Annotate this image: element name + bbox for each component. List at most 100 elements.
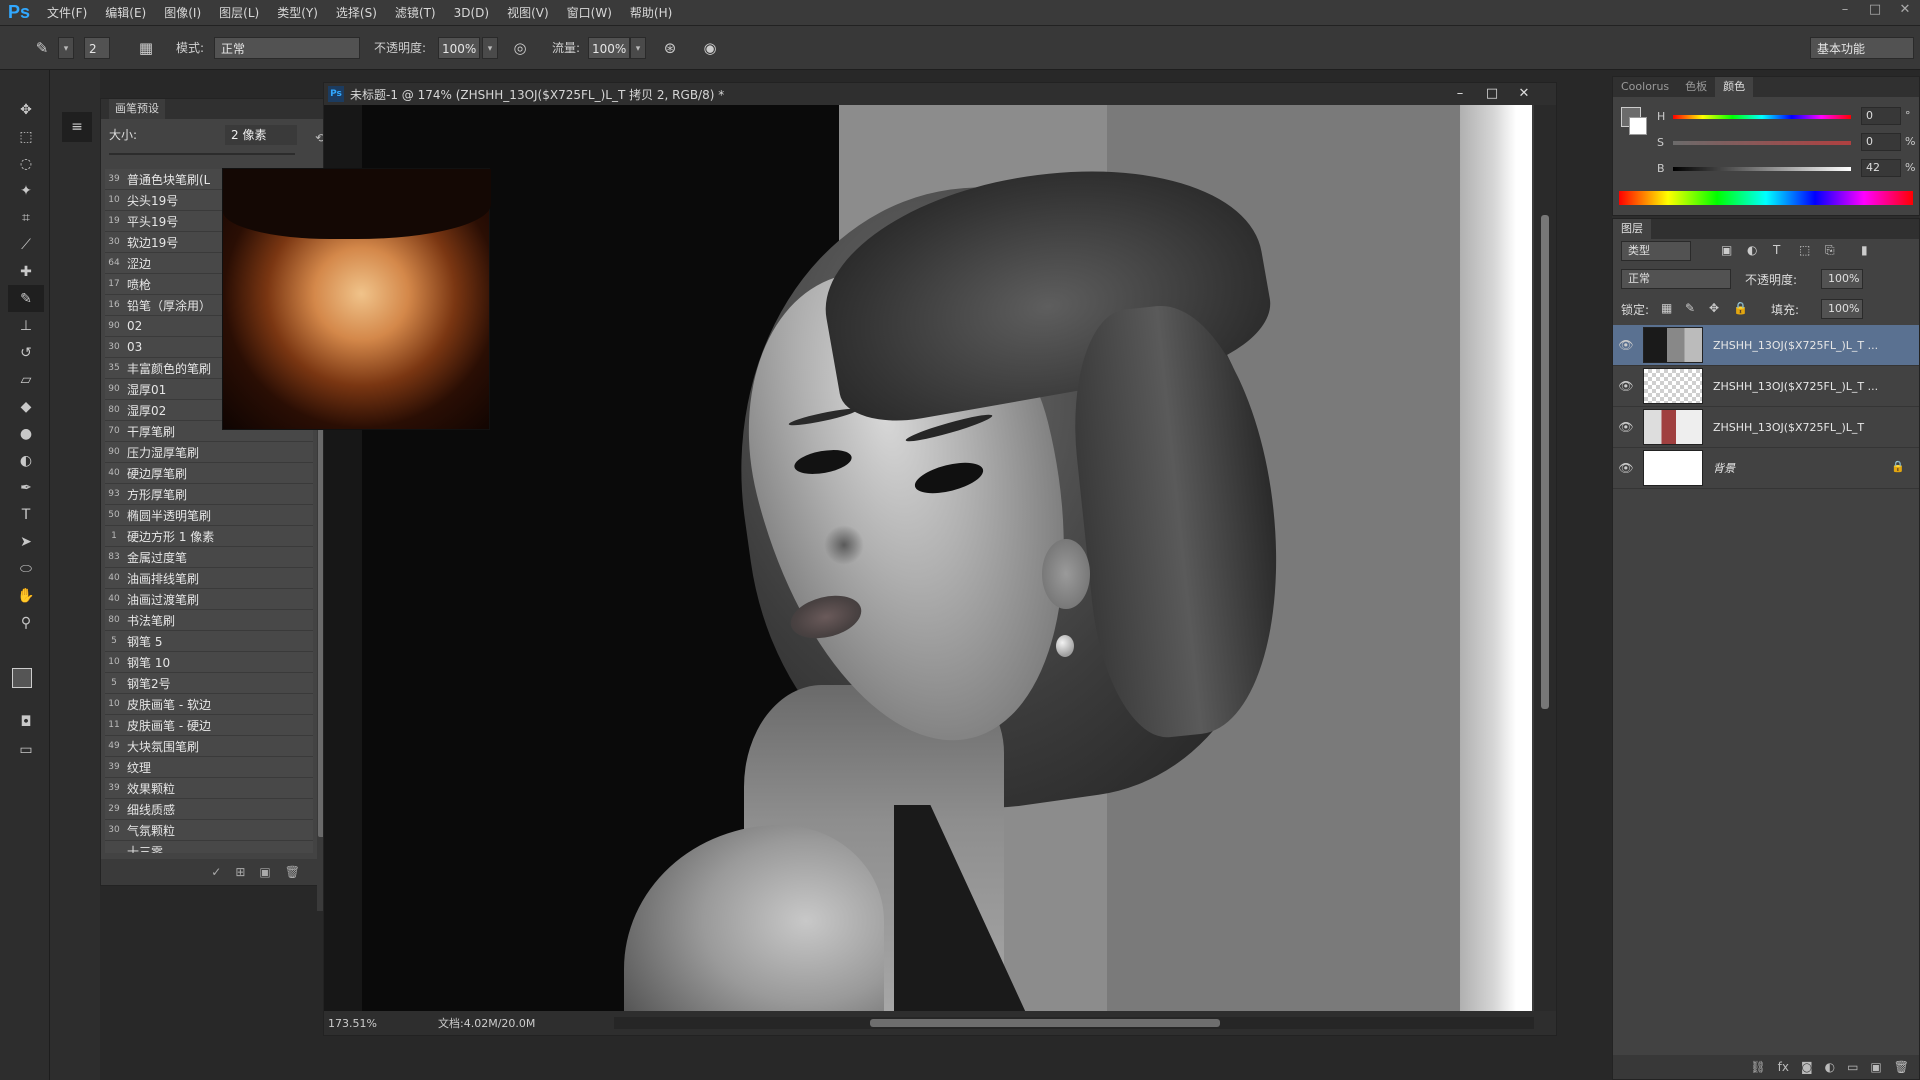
canvas-vertical-scrollbar[interactable] xyxy=(1534,105,1556,1011)
paint-bucket-tool-icon[interactable]: ◆ xyxy=(8,393,44,420)
filter-smart-object-icon[interactable]: ⎘ xyxy=(1825,243,1835,258)
lock-image-icon[interactable]: ✎ xyxy=(1685,301,1695,315)
brush-tool-icon[interactable]: ✎ xyxy=(8,285,44,312)
tab-coolorus[interactable]: Coolorus xyxy=(1613,77,1677,97)
layer-row[interactable]: 👁 ZHSHH_13OJ($X725FL_)L_T ... xyxy=(1613,366,1919,407)
brush-preset-row[interactable]: 10 钢笔 10 xyxy=(105,652,313,673)
zoom-tool-icon[interactable]: ⚲ xyxy=(8,609,44,636)
lock-transparent-icon[interactable]: ▦ xyxy=(1661,301,1672,315)
filter-type-icon[interactable]: T xyxy=(1773,243,1780,257)
brush-preset-row[interactable]: 93 方形厚笔刷 xyxy=(105,484,313,505)
layer-fill-input[interactable]: 100% xyxy=(1821,299,1863,319)
tab-swatches[interactable]: 色板 xyxy=(1677,77,1715,97)
filter-adjustment-icon[interactable]: ◐ xyxy=(1747,243,1757,257)
brush-preset-row[interactable]: 49 大块氛围笔刷 xyxy=(105,736,313,757)
layer-blend-mode-select[interactable]: 正常 xyxy=(1621,269,1731,289)
brush-preset-row[interactable]: 40 油画排线笔刷 xyxy=(105,568,313,589)
hand-tool-icon[interactable]: ✋ xyxy=(8,582,44,609)
pen-tool-icon[interactable]: ✒ xyxy=(8,474,44,501)
menu-item[interactable]: 图层(L) xyxy=(210,0,268,26)
canvas-horizontal-scrollbar[interactable] xyxy=(614,1017,1534,1029)
menu-item[interactable]: 文件(F) xyxy=(38,0,96,26)
pressure-size-icon[interactable]: ◉ xyxy=(698,37,722,59)
clone-stamp-tool-icon[interactable]: ⊥ xyxy=(8,312,44,339)
brush-preset-row[interactable]: 5 钢笔 5 xyxy=(105,631,313,652)
delete-layer-icon[interactable]: 🗑 xyxy=(1894,1060,1909,1074)
add-mask-icon[interactable]: ◙ xyxy=(1801,1060,1813,1074)
visibility-eye-icon[interactable]: 👁 xyxy=(1613,420,1639,434)
eyedropper-tool-icon[interactable]: ⟋ xyxy=(8,231,44,258)
color-spectrum-ramp[interactable] xyxy=(1619,191,1913,205)
lock-position-icon[interactable]: ✥ xyxy=(1709,301,1719,315)
new-preset-icon[interactable]: ▣ xyxy=(259,865,270,879)
mode-select[interactable]: 正常 xyxy=(214,37,360,59)
brush-preset-row[interactable]: 40 硬边厚笔刷 xyxy=(105,463,313,484)
healing-brush-tool-icon[interactable]: ✚ xyxy=(8,258,44,285)
menu-item[interactable]: 滤镜(T) xyxy=(386,0,445,26)
type-tool-icon[interactable]: T xyxy=(8,501,44,528)
close-button[interactable]: ✕ xyxy=(1890,0,1920,22)
brush-size-picker[interactable]: 2 xyxy=(84,37,110,59)
brush-preset-row[interactable]: 11 皮肤画笔 - 硬边 xyxy=(105,715,313,736)
brightness-input[interactable]: 42 xyxy=(1861,159,1901,177)
brush-presets-panel-icon[interactable]: ≡ xyxy=(62,112,92,142)
restore-button[interactable]: □ xyxy=(1860,0,1890,22)
doc-close-button[interactable]: ✕ xyxy=(1508,83,1540,105)
brush-preset-row[interactable]: 1 硬边方形 1 像素 xyxy=(105,526,313,547)
brush-preset-row[interactable]: 50 椭圆半透明笔刷 xyxy=(105,505,313,526)
brush-preset-row[interactable]: 40 油画过渡笔刷 xyxy=(105,589,313,610)
marquee-tool-icon[interactable]: ⬚ xyxy=(8,123,44,150)
document-titlebar[interactable]: Ps 未标题-1 @ 174% (ZHSHH_13OJ($X725FL_)L_T… xyxy=(324,83,1556,105)
tab-color[interactable]: 颜色 xyxy=(1715,77,1754,97)
layer-opacity-input[interactable]: 100% xyxy=(1821,269,1863,289)
opacity-input[interactable]: 100% xyxy=(438,37,480,59)
opacity-dropdown[interactable]: ▾ xyxy=(482,37,498,59)
move-tool-icon[interactable]: ✥ xyxy=(8,96,44,123)
menu-item[interactable]: 3D(D) xyxy=(445,0,498,26)
brightness-slider[interactable] xyxy=(1673,167,1851,171)
lasso-tool-icon[interactable]: ◌ xyxy=(8,150,44,177)
layer-style-icon[interactable]: fx xyxy=(1778,1060,1789,1074)
filter-toggle-icon[interactable]: ▮ xyxy=(1861,243,1868,257)
pressure-opacity-icon[interactable]: ◎ xyxy=(508,37,532,59)
tab-layers[interactable]: 图层 xyxy=(1613,219,1651,239)
saturation-slider[interactable] xyxy=(1673,141,1851,145)
layer-row[interactable]: 👁 ZHSHH_13OJ($X725FL_)L_T xyxy=(1613,407,1919,448)
doc-minimize-button[interactable]: – xyxy=(1444,83,1476,105)
blur-tool-icon[interactable]: ● xyxy=(8,420,44,447)
toggle-brush-panel-icon[interactable]: ✓ xyxy=(211,865,221,879)
ellipse-tool-icon[interactable]: ⬭ xyxy=(8,555,44,582)
magic-wand-tool-icon[interactable]: ✦ xyxy=(8,177,44,204)
brush-size-input[interactable]: 2 像素 xyxy=(225,125,297,145)
layer-row[interactable]: 👁 ZHSHH_13OJ($X725FL_)L_T ... xyxy=(1613,325,1919,366)
brush-preset-row[interactable]: 30 气氛颗粒 xyxy=(105,820,313,841)
flow-input[interactable]: 100% xyxy=(588,37,630,59)
menu-item[interactable]: 选择(S) xyxy=(327,0,386,26)
history-brush-tool-icon[interactable]: ↺ xyxy=(8,339,44,366)
minimize-button[interactable]: – xyxy=(1830,0,1860,22)
menu-item[interactable]: 视图(V) xyxy=(498,0,558,26)
brush-preset-row[interactable]: 39 纹理 xyxy=(105,757,313,778)
quick-mask-icon[interactable]: ◘ xyxy=(8,708,44,735)
adjustment-layer-icon[interactable]: ◐ xyxy=(1825,1060,1835,1074)
eraser-tool-icon[interactable]: ▱ xyxy=(8,366,44,393)
brush-panel-toggle-icon[interactable]: ▦ xyxy=(134,37,158,59)
menu-item[interactable]: 图像(I) xyxy=(155,0,210,26)
brush-preset-row[interactable]: 80 书法笔刷 xyxy=(105,610,313,631)
screen-mode-icon[interactable]: ▭ xyxy=(8,736,44,763)
foreground-color-swatch[interactable] xyxy=(12,668,32,688)
delete-preset-icon[interactable]: 🗑 xyxy=(285,865,300,879)
saturation-input[interactable]: 0 xyxy=(1861,133,1901,151)
zoom-level[interactable]: 173.51% xyxy=(324,1017,394,1030)
brush-preset-row[interactable]: 29 细线质感 xyxy=(105,799,313,820)
canvas[interactable] xyxy=(324,105,1532,1011)
brush-tool-icon[interactable]: ✎ xyxy=(30,37,54,59)
filter-pixel-icon[interactable]: ▣ xyxy=(1721,243,1732,257)
workspace-select[interactable]: 基本功能 xyxy=(1810,37,1914,59)
hue-input[interactable]: 0 xyxy=(1861,107,1901,125)
hue-slider[interactable] xyxy=(1673,115,1851,119)
brush-preset-row[interactable]: 5 钢笔2号 xyxy=(105,673,313,694)
airbrush-icon[interactable]: ⊛ xyxy=(658,37,682,59)
color-swatches[interactable] xyxy=(12,668,42,698)
brush-preset-row[interactable]: 10 皮肤画笔 - 软边 xyxy=(105,694,313,715)
